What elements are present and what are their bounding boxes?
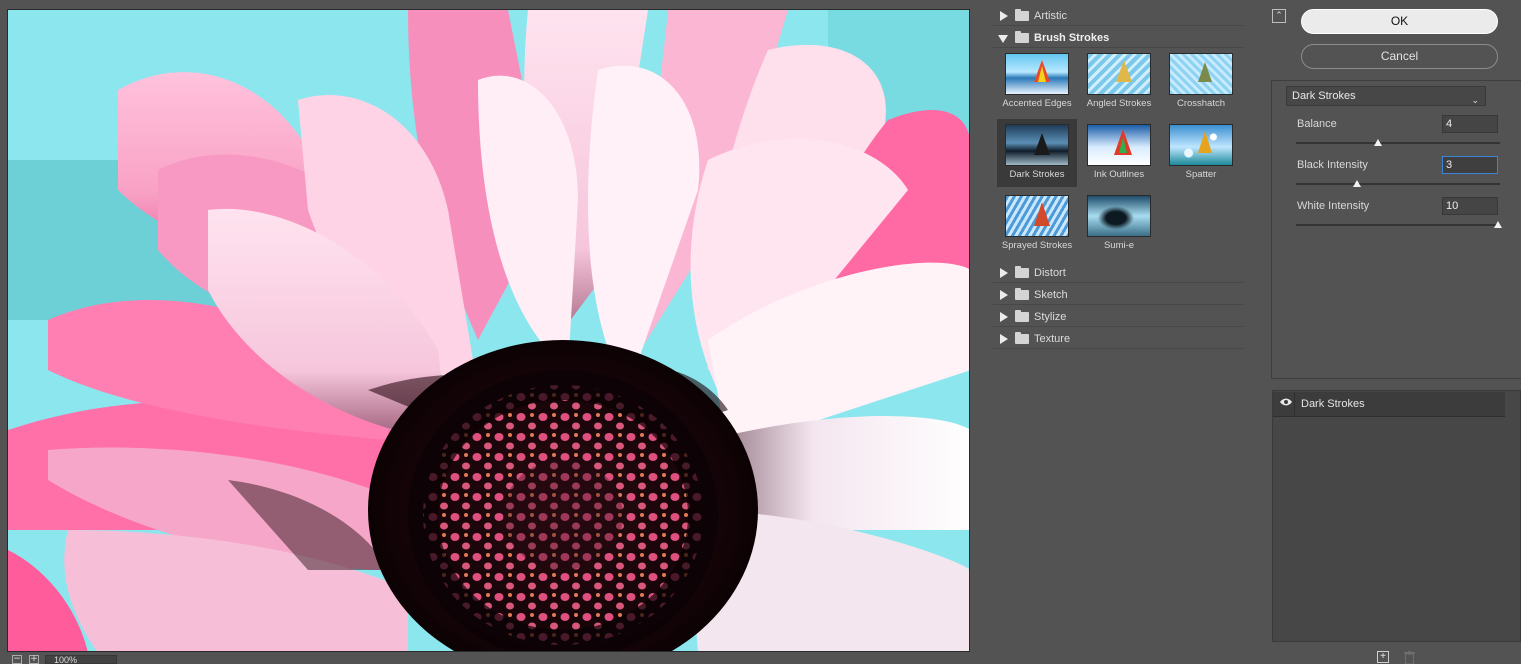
category-texture[interactable]: Texture <box>993 329 1243 349</box>
category-label: Stylize <box>1034 311 1067 323</box>
filter-thumb-crosshatch[interactable]: Crosshatch <box>1161 48 1241 116</box>
category-artistic[interactable]: Artistic <box>993 6 1243 26</box>
category-stylize[interactable]: Stylize <box>993 307 1243 327</box>
balance-label: Balance <box>1297 118 1337 130</box>
balance-input[interactable]: 4 <box>1442 115 1498 133</box>
filter-thumb-spatter[interactable]: Spatter <box>1161 119 1241 187</box>
category-label: Texture <box>1034 333 1071 345</box>
filter-thumb-label: Ink Outlines <box>1093 169 1145 180</box>
expand-triangle-icon[interactable] <box>1000 268 1008 278</box>
filter-thumb-dark-strokes[interactable]: Dark Strokes <box>997 119 1077 187</box>
folder-icon <box>1015 266 1029 278</box>
black-intensity-input[interactable]: 3 <box>1442 156 1498 174</box>
trash-icon[interactable] <box>1404 651 1415 664</box>
balance-slider-track[interactable] <box>1296 142 1500 144</box>
expand-triangle-icon[interactable] <box>1000 312 1008 322</box>
folder-icon <box>1015 31 1029 43</box>
zoom-in-button[interactable]: + <box>29 655 39 664</box>
category-brush-strokes[interactable]: Brush Strokes <box>993 28 1243 48</box>
expand-triangle-icon[interactable] <box>1000 11 1008 21</box>
category-sketch[interactable]: Sketch <box>993 285 1243 305</box>
filter-thumb-angled-strokes[interactable]: Angled Strokes <box>1079 48 1159 116</box>
filter-dropdown-value: Dark Strokes <box>1292 90 1356 102</box>
category-label: Artistic <box>1034 10 1067 22</box>
folder-icon <box>1015 288 1029 300</box>
filter-thumb-sprayed-strokes[interactable]: Sprayed Strokes <box>997 190 1077 258</box>
preview-status-bar <box>0 652 990 664</box>
ok-button[interactable]: OK <box>1301 9 1498 34</box>
folder-icon <box>1015 332 1029 344</box>
filter-thumb-sumi-e[interactable]: Sumi-e <box>1079 190 1159 258</box>
filter-thumb-ink-outlines[interactable]: Ink Outlines <box>1079 119 1159 187</box>
new-effect-layer-icon[interactable]: + <box>1377 651 1389 663</box>
filter-dropdown[interactable]: Dark Strokes ⌄ <box>1286 86 1486 106</box>
white-intensity-label: White Intensity <box>1297 200 1370 212</box>
filter-thumbnail-image <box>1169 124 1233 166</box>
filter-thumbnail-image <box>1087 195 1151 237</box>
zoom-out-button[interactable]: − <box>12 655 22 664</box>
filter-thumbnail-image <box>1005 195 1069 237</box>
zoom-select[interactable]: 100% <box>45 655 117 664</box>
category-label: Brush Strokes <box>1034 32 1110 44</box>
filter-thumb-label: Dark Strokes <box>1009 169 1065 180</box>
expand-triangle-icon[interactable] <box>1000 290 1008 300</box>
filter-thumbnail-image <box>1087 124 1151 166</box>
double-chevron-up-icon[interactable]: ⌃ <box>1272 9 1286 23</box>
filter-thumbnail-image <box>1005 53 1069 95</box>
filter-thumb-label: Angled Strokes <box>1086 98 1152 109</box>
black-intensity-slider-handle[interactable] <box>1353 180 1362 187</box>
filter-thumb-label: Sprayed Strokes <box>1001 240 1073 251</box>
filter-thumb-label: Crosshatch <box>1176 98 1226 109</box>
eye-icon[interactable] <box>1280 398 1292 406</box>
filter-thumbnail-image <box>1005 124 1069 166</box>
effect-layer-label: Dark Strokes <box>1301 398 1365 410</box>
folder-icon <box>1015 9 1029 21</box>
cancel-button[interactable]: Cancel <box>1301 44 1498 69</box>
black-intensity-label: Black Intensity <box>1297 159 1368 171</box>
effect-layers-panel <box>1272 390 1521 642</box>
balance-slider-handle[interactable] <box>1373 139 1382 146</box>
filter-thumbnail-image <box>1087 53 1151 95</box>
filter-thumb-label: Accented Edges <box>1002 98 1072 109</box>
category-label: Distort <box>1034 267 1066 279</box>
filter-thumbnail-image <box>1169 53 1233 95</box>
filter-preview-image[interactable] <box>7 9 970 652</box>
black-intensity-slider-track[interactable] <box>1296 183 1500 185</box>
layer-divider <box>1294 392 1295 416</box>
effect-layer-row[interactable]: Dark Strokes <box>1273 392 1505 417</box>
white-intensity-slider-track[interactable] <box>1296 224 1500 226</box>
chevron-down-icon: ⌄ <box>1471 95 1479 105</box>
collapse-triangle-icon[interactable] <box>998 35 1008 43</box>
expand-triangle-icon[interactable] <box>1000 334 1008 344</box>
category-label: Sketch <box>1034 289 1068 301</box>
white-intensity-slider-handle[interactable] <box>1494 221 1502 228</box>
filter-thumb-label: Sumi-e <box>1103 240 1135 251</box>
white-intensity-input[interactable]: 10 <box>1442 197 1498 215</box>
category-distort[interactable]: Distort <box>993 263 1243 283</box>
filter-thumb-accented-edges[interactable]: Accented Edges <box>997 48 1077 116</box>
filter-thumb-label: Spatter <box>1185 169 1217 180</box>
folder-icon <box>1015 310 1029 322</box>
filter-gallery: Artistic Brush Strokes Accented Edges An… <box>993 5 1243 652</box>
